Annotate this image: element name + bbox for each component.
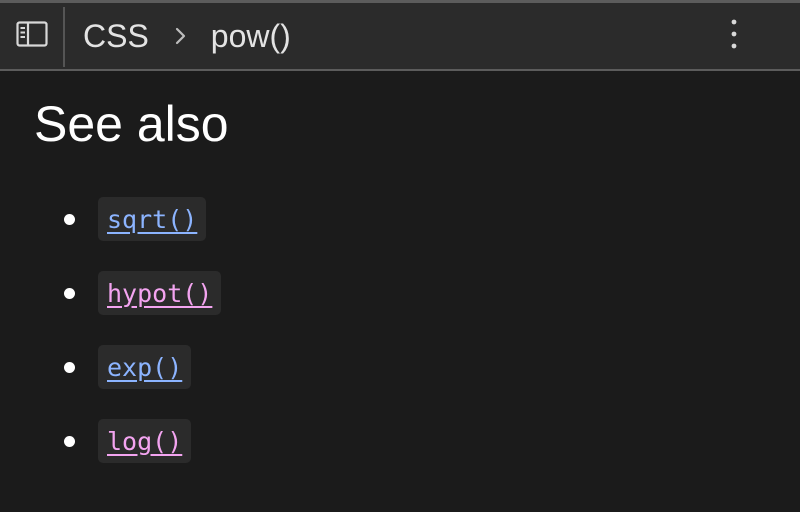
bullet-icon (64, 436, 75, 447)
more-options-button[interactable] (716, 3, 752, 69)
link-log[interactable]: log() (98, 419, 192, 463)
toolbar-divider (63, 7, 65, 67)
more-vertical-icon (731, 19, 737, 54)
breadcrumb-item-css[interactable]: CSS (83, 18, 149, 55)
link-hypot[interactable]: hypot() (98, 271, 222, 315)
chevron-right-icon (175, 26, 187, 46)
link-sqrt[interactable]: sqrt() (98, 197, 207, 241)
sidebar-toggle-icon (16, 20, 48, 52)
section-title: See also (34, 96, 229, 152)
bullet-icon (64, 288, 75, 299)
breadcrumb-item-current[interactable]: pow() (211, 18, 291, 55)
top-bar: CSS pow() (0, 0, 800, 71)
bullet-icon (64, 362, 75, 373)
link-exp[interactable]: exp() (98, 345, 192, 389)
sidebar-toggle-button[interactable] (0, 3, 64, 69)
breadcrumb: CSS pow() (83, 3, 291, 69)
bullet-icon (64, 214, 75, 225)
page: CSS pow() See also sqrt() hypot() exp() … (0, 0, 800, 512)
